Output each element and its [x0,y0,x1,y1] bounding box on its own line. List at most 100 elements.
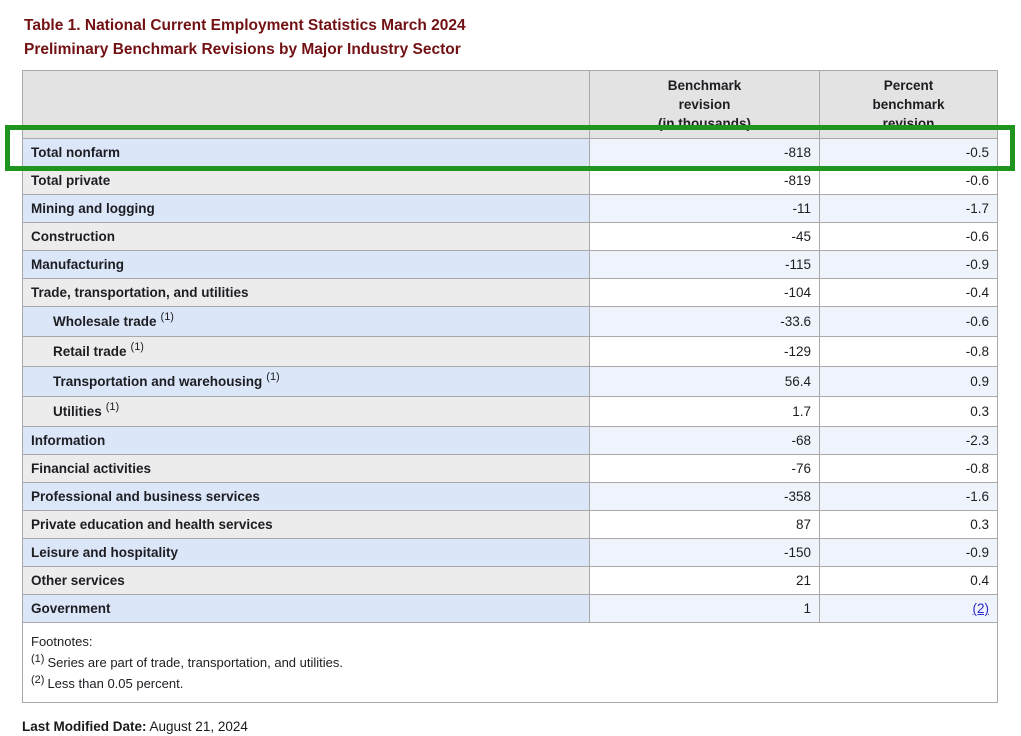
benchmark-revision-cell: 56.4 [590,367,820,397]
table-title: Table 1. National Current Employment Sta… [24,14,1021,62]
percent-benchmark-revision-cell: -0.4 [820,279,998,307]
footnote-1-text: Series are part of trade, transportation… [47,655,343,670]
percent-benchmark-revision-cell: -0.6 [820,307,998,337]
benchmark-revision-cell: -68 [590,427,820,455]
table-row-manufacturing: Manufacturing-115-0.9 [23,251,998,279]
table-row-transportation-and-warehousing: Transportation and warehousing(1)56.40.9 [23,367,998,397]
industry-label: Leisure and hospitality [31,545,178,560]
last-modified-label: Last Modified Date: [22,719,147,734]
industry-label: Private education and health services [31,517,273,532]
industry-cell: Total private [23,167,590,195]
table-row-total-private: Total private-819-0.6 [23,167,998,195]
footnote-1: (1)Series are part of trade, transportat… [31,652,987,673]
table-title-line1: Table 1. National Current Employment Sta… [24,14,1021,38]
table-row-retail-trade: Retail trade (1) -129-0.8 [23,337,998,367]
table-row-utilities: Utilities (1) 1.70.3 [23,397,998,427]
footnote-2: (2)Less than 0.05 percent. [31,673,987,694]
percent-benchmark-revision-cell: -0.6 [820,167,998,195]
benchmark-revision-cell: 21 [590,567,820,595]
footnote-1-reference: (1) [161,311,174,323]
table-row-leisure-and-hospitality: Leisure and hospitality -150-0.9 [23,539,998,567]
percent-benchmark-revision-cell: -0.9 [820,539,998,567]
header-row: Benchmark revision (in thousands) Percen… [23,71,998,139]
table-row-total-nonfarm: Total nonfarm -818-0.5 [23,139,998,167]
industry-label: Professional and business services [31,489,260,504]
percent-benchmark-revision-cell: 0.3 [820,511,998,539]
industry-cell: Mining and logging [23,195,590,223]
percent-benchmark-revision-cell: -0.8 [820,337,998,367]
footnote-2-marker: (2) [31,674,44,686]
industry-label: Mining and logging [31,201,155,216]
industry-cell: Manufacturing [23,251,590,279]
percent-benchmark-revision-cell: -0.8 [820,455,998,483]
benchmark-revision-cell: 1 [590,595,820,623]
benchmark-revisions-table: Benchmark revision (in thousands) Percen… [22,70,998,703]
table-title-line2: Preliminary Benchmark Revisions by Major… [24,38,1021,62]
page: Table 1. National Current Employment Sta… [0,0,1021,734]
footnote-1-reference: (1) [106,401,119,413]
benchmark-revision-cell: 1.7 [590,397,820,427]
industry-cell: Trade, transportation, and utilities [23,279,590,307]
footnote-1-reference: (1) [266,371,279,383]
percent-benchmark-revision-cell: -0.6 [820,223,998,251]
percent-benchmark-revision-cell: -0.9 [820,251,998,279]
industry-label: Transportation and warehousing [53,374,262,389]
percent-benchmark-revision-cell: -1.7 [820,195,998,223]
benchmark-revision-cell: -150 [590,539,820,567]
industry-cell: Leisure and hospitality [23,539,590,567]
industry-cell: Financial activities [23,455,590,483]
industry-label: Government [31,601,111,616]
footnote-2-text: Less than 0.05 percent. [47,676,183,691]
benchmark-revision-cell: -33.6 [590,307,820,337]
percent-benchmark-revision-cell: -0.5 [820,139,998,167]
footnotes-row: Footnotes: (1)Series are part of trade, … [23,623,998,703]
industry-cell: Utilities (1) [23,397,590,427]
footnotes-cell: Footnotes: (1)Series are part of trade, … [23,623,998,703]
percent-benchmark-revision-cell: 0.3 [820,397,998,427]
benchmark-revision-cell: -45 [590,223,820,251]
percent-benchmark-revision-cell: (2) [820,595,998,623]
table-row-professional-and-business-services: Professional and business services-358-1… [23,483,998,511]
industry-label: Financial activities [31,461,151,476]
industry-cell: Private education and health services [23,511,590,539]
table-row-financial-activities: Financial activities -76-0.8 [23,455,998,483]
table-row-government: Government 1 (2) [23,595,998,623]
last-modified-value: August 21, 2024 [150,719,248,734]
table-row-mining-and-logging: Mining and logging -11-1.7 [23,195,998,223]
benchmark-revision-cell: 87 [590,511,820,539]
benchmark-revision-cell: -818 [590,139,820,167]
benchmark-revision-cell: -11 [590,195,820,223]
percent-benchmark-revision-cell: 0.4 [820,567,998,595]
percent-benchmark-revision-cell: -2.3 [820,427,998,455]
industry-cell: Professional and business services [23,483,590,511]
industry-cell: Wholesale trade (1) [23,307,590,337]
last-modified: Last Modified Date: August 21, 2024 [22,719,1021,734]
footnote-1-reference: (1) [131,341,144,353]
table-row-construction: Construction -45-0.6 [23,223,998,251]
industry-label: Wholesale trade [53,314,157,329]
table-row-trade-transportation-and-utilities: Trade, transportation, and utilities-104… [23,279,998,307]
industry-cell: Information [23,427,590,455]
percent-benchmark-revision-cell: -1.6 [820,483,998,511]
industry-label: Information [31,433,105,448]
industry-label: Construction [31,229,115,244]
industry-cell: Transportation and warehousing (1) [23,367,590,397]
footnote-2-link[interactable]: (2) [973,601,990,616]
industry-label: Total nonfarm [31,145,120,160]
industry-cell: Construction [23,223,590,251]
industry-cell: Government [23,595,590,623]
footnotes-heading: Footnotes: [31,631,987,652]
industry-cell: Retail trade (1) [23,337,590,367]
industry-label: Retail trade [53,344,127,359]
industry-cell: Total nonfarm [23,139,590,167]
industry-label: Utilities [53,404,102,419]
benchmark-table-wrap: Benchmark revision (in thousands) Percen… [22,70,997,703]
footnote-1-marker: (1) [31,653,44,665]
benchmark-revision-cell: -129 [590,337,820,367]
benchmark-revision-cell: -104 [590,279,820,307]
benchmark-revision-cell: -76 [590,455,820,483]
table-row-information: Information -68-2.3 [23,427,998,455]
column-header-percent-benchmark-revision: Percent benchmark revision [820,71,998,139]
table-row-other-services: Other services210.4 [23,567,998,595]
column-header-benchmark-revision: Benchmark revision (in thousands) [590,71,820,139]
